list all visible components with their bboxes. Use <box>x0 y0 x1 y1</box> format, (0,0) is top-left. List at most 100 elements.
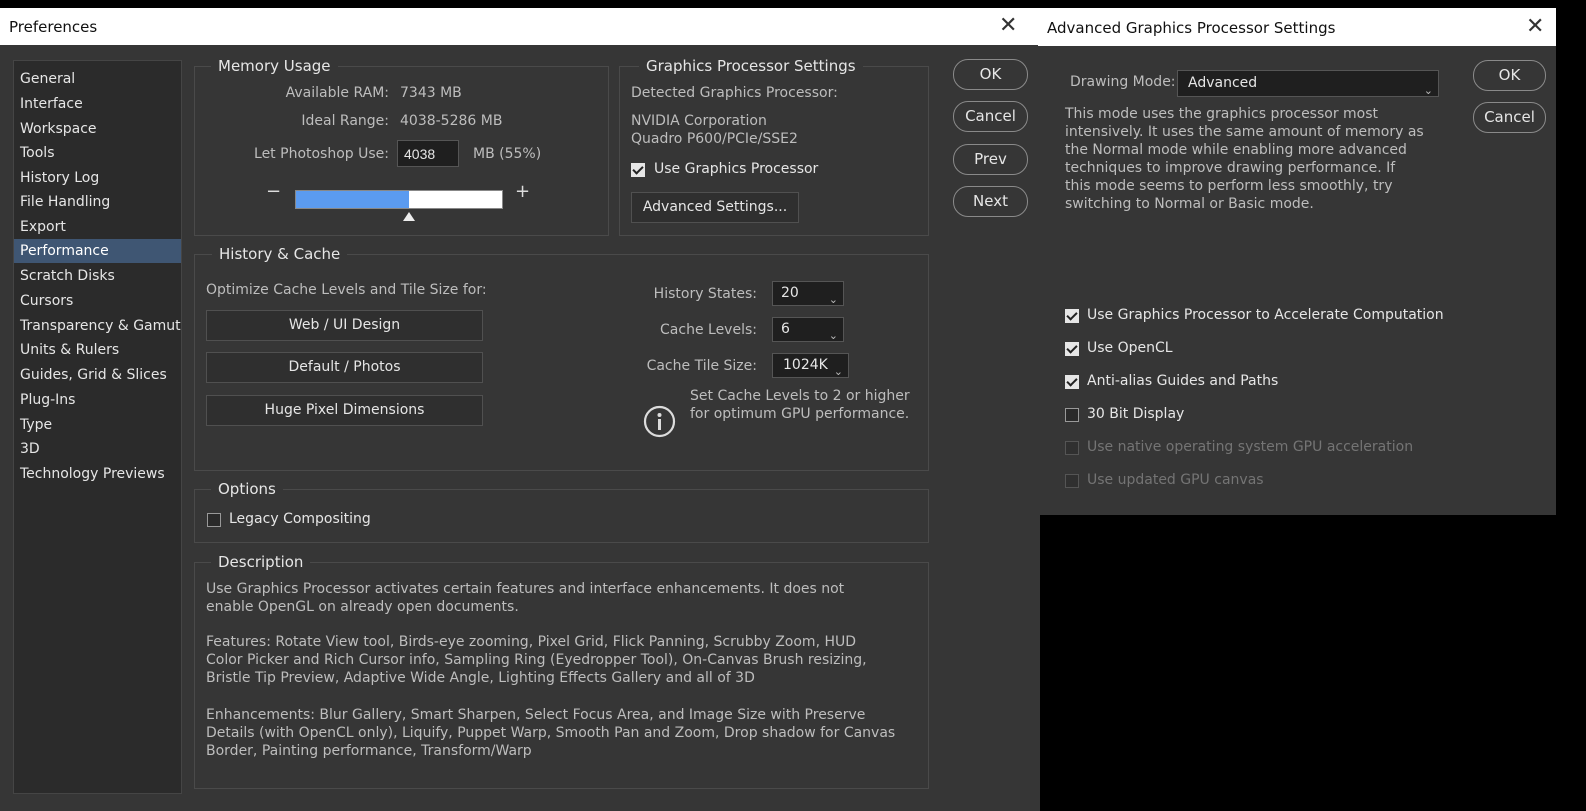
cache-info-text-line2: for optimum GPU performance. <box>690 406 910 422</box>
drawing-mode-label: Drawing Mode: <box>1070 74 1176 90</box>
legacy-compositing-label: Legacy Compositing <box>229 511 371 527</box>
sidebar-item-technology-previews[interactable]: Technology Previews <box>14 462 181 486</box>
graphics-processor-title: Graphics Processor Settings <box>639 57 863 75</box>
advanced-ok-button[interactable]: OK <box>1473 60 1546 91</box>
cache-tile-size-label: Cache Tile Size: <box>646 358 757 374</box>
cache-tile-size-value: 1024K <box>783 357 828 373</box>
sidebar-item-scratch-disks[interactable]: Scratch Disks <box>14 264 181 288</box>
preferences-titlebar: Preferences ✕ <box>0 8 1040 45</box>
cache-levels-label: Cache Levels: <box>660 322 757 338</box>
ideal-range-value: 4038-5286 MB <box>400 113 503 129</box>
30-bit-display-checkbox[interactable] <box>1065 408 1079 422</box>
history-states-select[interactable]: 20 ⌄ <box>772 281 844 306</box>
history-states-value: 20 <box>781 285 799 301</box>
updated-gpu-canvas-checkbox <box>1065 474 1079 488</box>
sidebar-item-transparency-gamut[interactable]: Transparency & Gamut <box>14 314 181 338</box>
sidebar-item-performance[interactable]: Performance <box>14 239 181 263</box>
history-cache-panel: History & Cache Optimize Cache Levels an… <box>194 245 929 471</box>
prev-button[interactable]: Prev <box>953 144 1028 175</box>
sidebar-item-plug-ins[interactable]: Plug-Ins <box>14 388 181 412</box>
default-photos-button[interactable]: Default / Photos <box>206 352 483 383</box>
ok-button[interactable]: OK <box>953 59 1028 90</box>
use-opencl-label: Use OpenCL <box>1087 340 1173 356</box>
chevron-down-icon: ⌄ <box>1423 84 1433 97</box>
chevron-down-icon: ⌄ <box>828 329 838 342</box>
preferences-dialog: Preferences ✕ General Interface Workspac… <box>0 8 1040 811</box>
drawing-mode-select[interactable]: Advanced ⌄ <box>1177 70 1439 97</box>
memory-percent-label: MB (55%) <box>473 146 542 162</box>
sidebar-item-workspace[interactable]: Workspace <box>14 117 181 141</box>
drawing-mode-value: Advanced <box>1188 75 1258 91</box>
description-paragraph-1: Use Graphics Processor activates certain… <box>206 581 845 615</box>
native-gpu-acceleration-checkbox <box>1065 441 1079 455</box>
accelerate-computation-checkbox[interactable] <box>1065 309 1079 323</box>
cancel-button[interactable]: Cancel <box>953 101 1028 132</box>
advanced-settings-button[interactable]: Advanced Settings... <box>631 192 799 223</box>
memory-usage-panel: Memory Usage Available RAM: 7343 MB Idea… <box>194 57 609 236</box>
sidebar-item-cursors[interactable]: Cursors <box>14 289 181 313</box>
huge-pixel-dimensions-button[interactable]: Huge Pixel Dimensions <box>206 395 483 426</box>
memory-slider-fill <box>296 191 410 208</box>
sidebar-item-type[interactable]: Type <box>14 413 181 437</box>
description-paragraph-2: Features: Rotate View tool, Birds-eye zo… <box>206 634 867 686</box>
description-title: Description <box>211 553 311 571</box>
description-paragraph-3: Enhancements: Blur Gallery, Smart Sharpe… <box>206 707 896 759</box>
ideal-range-label: Ideal Range: <box>301 113 389 129</box>
gpu-model: Quadro P600/PCIe/SSE2 <box>631 131 798 147</box>
cache-info-text-line1: Set Cache Levels to 2 or higher <box>690 388 910 404</box>
memory-slider-track[interactable] <box>295 190 503 209</box>
history-cache-title: History & Cache <box>212 245 348 263</box>
30-bit-display-label: 30 Bit Display <box>1087 406 1185 422</box>
advanced-cancel-button[interactable]: Cancel <box>1473 102 1546 133</box>
cache-tile-size-select[interactable]: 1024K ⌄ <box>772 353 849 378</box>
drawing-mode-description: This mode uses the graphics processor mo… <box>1065 106 1424 212</box>
description-panel: Description Use Graphics Processor activ… <box>194 553 929 789</box>
graphics-processor-panel: Graphics Processor Settings Detected Gra… <box>619 57 929 236</box>
memory-slider-thumb[interactable] <box>403 212 416 221</box>
options-panel: Options Legacy Compositing <box>194 480 929 543</box>
available-ram-label: Available RAM: <box>285 85 389 101</box>
sidebar-item-export[interactable]: Export <box>14 215 181 239</box>
legacy-compositing-checkbox[interactable] <box>207 513 221 527</box>
web-ui-design-button[interactable]: Web / UI Design <box>206 310 483 341</box>
close-icon[interactable]: ✕ <box>999 15 1017 37</box>
detected-gpu-label: Detected Graphics Processor: <box>631 85 838 101</box>
sidebar-item-tools[interactable]: Tools <box>14 141 181 165</box>
sidebar-item-interface[interactable]: Interface <box>14 92 181 116</box>
preferences-sidebar: General Interface Workspace Tools Histor… <box>13 60 182 794</box>
updated-gpu-canvas-label: Use updated GPU canvas <box>1087 472 1264 488</box>
chevron-down-icon: ⌄ <box>833 365 843 378</box>
native-gpu-acceleration-label: Use native operating system GPU accelera… <box>1087 439 1414 455</box>
anti-alias-guides-label: Anti-alias Guides and Paths <box>1087 373 1279 389</box>
increase-memory-button[interactable]: + <box>515 181 530 202</box>
history-states-label: History States: <box>653 286 757 302</box>
cache-levels-value: 6 <box>781 321 790 337</box>
gpu-vendor: NVIDIA Corporation <box>631 113 767 129</box>
memory-usage-title: Memory Usage <box>211 57 338 75</box>
optimize-cache-label: Optimize Cache Levels and Tile Size for: <box>206 282 487 298</box>
options-title: Options <box>211 480 283 498</box>
sidebar-item-history-log[interactable]: History Log <box>14 166 181 190</box>
memory-amount-input[interactable] <box>397 140 459 167</box>
decrease-memory-button[interactable]: − <box>266 181 281 202</box>
available-ram-value: 7343 MB <box>400 85 462 101</box>
anti-alias-guides-checkbox[interactable] <box>1065 375 1079 389</box>
info-icon <box>643 405 676 438</box>
advanced-titlebar: Advanced Graphics Processor Settings ✕ <box>1038 8 1556 46</box>
close-icon[interactable]: ✕ <box>1526 16 1544 38</box>
accelerate-computation-label: Use Graphics Processor to Accelerate Com… <box>1087 307 1444 323</box>
preferences-title: Preferences <box>9 18 98 36</box>
chevron-down-icon: ⌄ <box>828 293 838 306</box>
sidebar-item-file-handling[interactable]: File Handling <box>14 190 181 214</box>
sidebar-item-3d[interactable]: 3D <box>14 437 181 461</box>
next-button[interactable]: Next <box>953 186 1028 217</box>
sidebar-item-units-rulers[interactable]: Units & Rulers <box>14 338 181 362</box>
sidebar-item-guides-grid-slices[interactable]: Guides, Grid & Slices <box>14 363 181 387</box>
let-photoshop-use-label: Let Photoshop Use: <box>254 146 389 162</box>
use-graphics-processor-checkbox[interactable] <box>631 163 645 177</box>
use-opencl-checkbox[interactable] <box>1065 342 1079 356</box>
sidebar-item-general[interactable]: General <box>14 67 181 91</box>
use-graphics-processor-label: Use Graphics Processor <box>654 161 819 177</box>
cache-levels-select[interactable]: 6 ⌄ <box>772 317 844 342</box>
advanced-gpu-settings-dialog: Advanced Graphics Processor Settings ✕ D… <box>1038 8 1556 515</box>
